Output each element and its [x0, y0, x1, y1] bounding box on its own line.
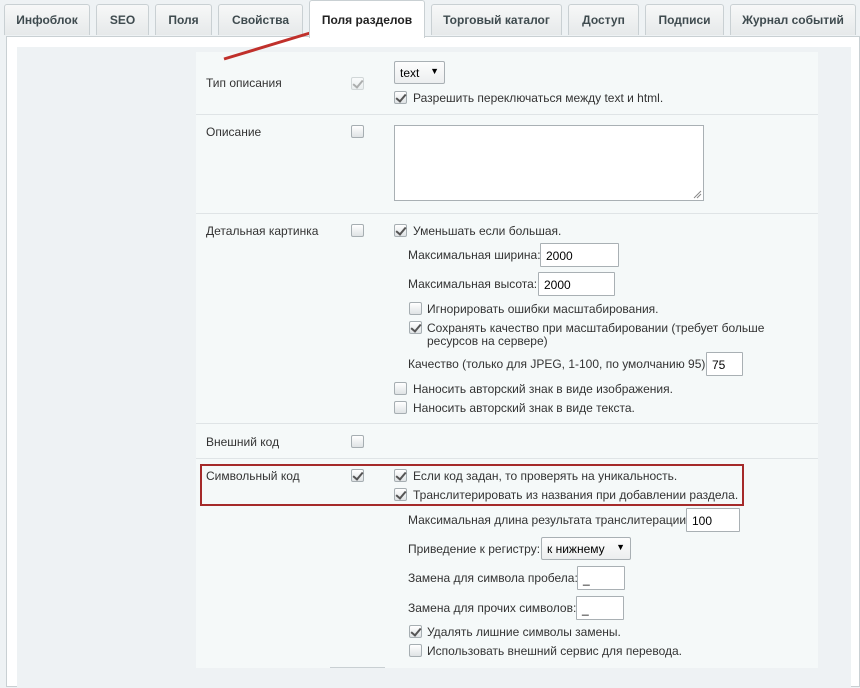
quality-label: Качество (только для JPEG, 1-100, по умо… [408, 357, 709, 371]
case-select-value: к нижнему [547, 542, 605, 556]
space-replace-label: Замена для символа пробела: [408, 571, 578, 585]
detail-picture-checkbox[interactable] [351, 224, 364, 237]
tab-access[interactable]: Доступ [568, 4, 639, 35]
transliterate-checkbox[interactable] [394, 488, 407, 501]
tab-seo[interactable]: SEO [96, 4, 149, 35]
remove-extra-checkbox[interactable] [409, 625, 422, 638]
max-height-label: Максимальная высота: [408, 277, 538, 291]
dropdown-arrow-icon: ▼ [616, 542, 625, 552]
case-label: Приведение к регистру: [408, 542, 541, 556]
external-code-label: Внешний код [206, 435, 280, 449]
tab-bar: Инфоблок SEO Поля Свойства Поля разделов… [0, 0, 860, 38]
watermark-text-checkbox[interactable] [394, 401, 407, 414]
ignore-errors-checkbox[interactable] [409, 302, 422, 315]
detail-picture-label: Детальная картинка [206, 224, 319, 238]
dropdown-arrow-icon: ▼ [430, 66, 439, 76]
tab-infoblock[interactable]: Инфоблок [4, 4, 90, 35]
description-label: Описание [206, 125, 262, 139]
shrink-label: Уменьшать если большая. [413, 224, 562, 238]
max-length-label: Максимальная длина результата транслитер… [408, 513, 690, 527]
description-default-textarea[interactable] [394, 125, 704, 201]
row-divider [196, 458, 818, 459]
external-code-checkbox[interactable] [351, 435, 364, 448]
allow-switch-checkbox[interactable] [394, 91, 407, 104]
case-select[interactable]: к нижнему ▼ [541, 537, 631, 560]
desc-type-select-value: text [400, 66, 420, 80]
tab-event-log[interactable]: Журнал событий [730, 4, 856, 35]
transliterate-label: Транслитерировать из названия при добавл… [413, 488, 739, 502]
max-width-input[interactable]: 2000 [540, 243, 619, 267]
watermark-text-label: Наносить авторский знак в виде текста. [413, 401, 635, 415]
check-unique-checkbox[interactable] [394, 469, 407, 482]
max-width-label: Максимальная ширина: [408, 248, 541, 262]
ignore-errors-label: Игнорировать ошибки масштабирования. [427, 302, 659, 316]
other-replace-label: Замена для прочих символов: [408, 601, 577, 615]
desc-type-label: Тип описания [206, 76, 282, 90]
desc-type-checkbox [351, 77, 364, 90]
watermark-image-label: Наносить авторский знак в виде изображен… [413, 382, 673, 396]
max-length-input[interactable]: 100 [686, 508, 740, 532]
row-divider [196, 423, 818, 424]
tab-trade-catalog[interactable]: Торговый каталог [431, 4, 562, 35]
description-checkbox[interactable] [351, 125, 364, 138]
keep-quality-checkbox[interactable] [409, 321, 422, 334]
keep-quality-label-line2: ресурсов на сервере) [427, 334, 548, 348]
shrink-checkbox[interactable] [394, 224, 407, 237]
bottom-divider [330, 667, 385, 668]
allow-switch-label: Разрешить переключаться между text и htm… [413, 91, 664, 105]
tab-section-fields[interactable]: Поля разделов [309, 0, 425, 38]
resize-grip-icon[interactable] [693, 190, 702, 199]
remove-extra-label: Удалять лишние символы замены. [427, 625, 621, 639]
symbolic-code-label: Символьный код [206, 469, 300, 483]
tab-captions[interactable]: Подписи [645, 4, 724, 35]
max-height-input[interactable]: 2000 [538, 272, 615, 296]
symbolic-code-checkbox[interactable] [351, 469, 364, 482]
tab-fields[interactable]: Поля [155, 4, 212, 35]
desc-type-select[interactable]: text ▼ [394, 61, 445, 84]
quality-input[interactable]: 75 [706, 352, 743, 376]
space-replace-input[interactable]: _ [577, 566, 625, 590]
watermark-image-checkbox[interactable] [394, 382, 407, 395]
external-service-checkbox[interactable] [409, 644, 422, 657]
other-replace-input[interactable]: _ [576, 596, 624, 620]
check-unique-label: Если код задан, то проверять на уникальн… [413, 469, 678, 483]
row-divider [196, 213, 818, 214]
keep-quality-label-line1: Сохранять качество при масштабировании (… [427, 321, 765, 335]
external-service-label: Использовать внешний сервис для перевода… [427, 644, 683, 658]
row-divider [196, 114, 818, 115]
